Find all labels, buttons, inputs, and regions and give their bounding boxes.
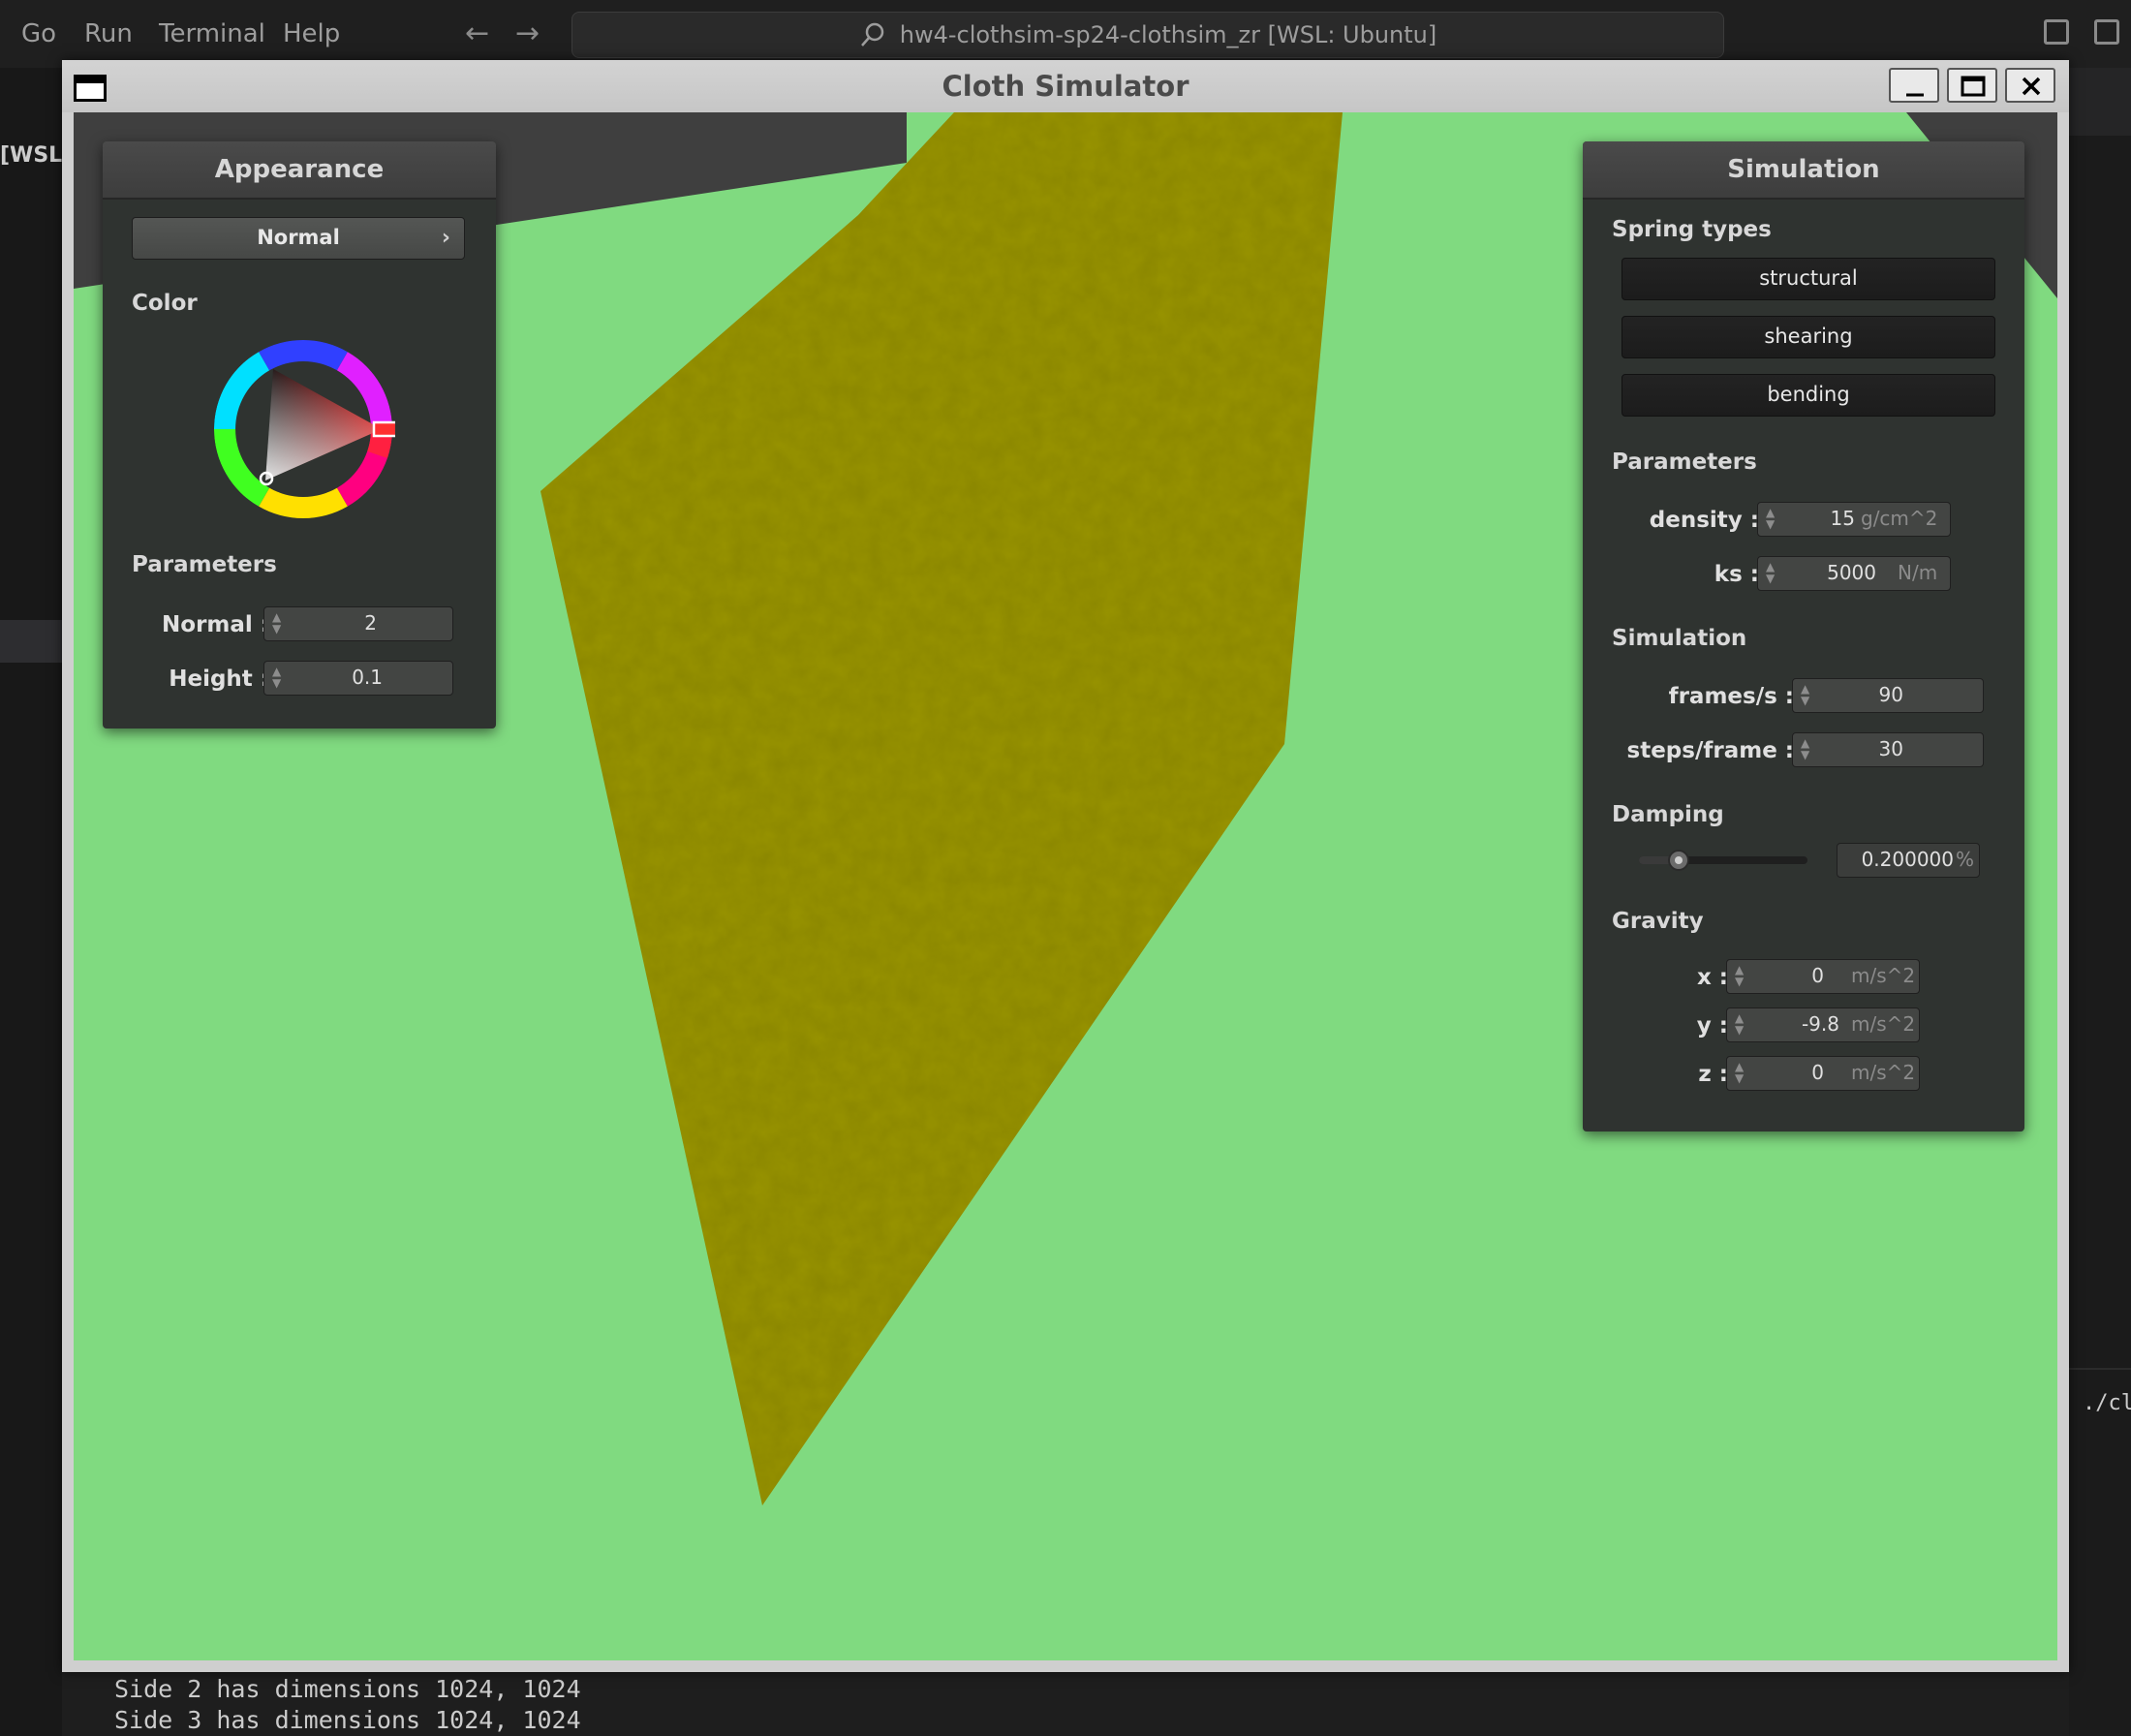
sim-parameters-label: Parameters [1612, 450, 1757, 475]
simulation-section-label: Simulation [1612, 626, 1747, 651]
steps-label: steps/frame : [1626, 738, 1794, 763]
hue-handle[interactable] [372, 420, 395, 438]
normal-value: 2 [364, 611, 377, 635]
command-center-search[interactable]: hw4-clothsim-sp24-clothsim_zr [WSL: Ubun… [571, 12, 1724, 58]
height-value: 0.1 [352, 666, 383, 689]
bending-toggle[interactable]: bending [1621, 374, 1995, 417]
gravity-x-unit: m/s^2 [1851, 964, 1916, 987]
damping-input[interactable]: 0.200000 % [1837, 843, 1980, 878]
gravity-x-input[interactable]: ▲ ▼ 0 m/s^2 [1726, 959, 1920, 994]
window-titlebar[interactable]: Cloth Simulator [62, 60, 2069, 112]
menu-run[interactable]: Run [84, 0, 133, 68]
damping-slider[interactable] [1639, 850, 1807, 871]
search-text: hw4-clothsim-sp24-clothsim_zr [WSL: Ubun… [899, 21, 1437, 48]
back-arrow-icon[interactable]: ← [465, 16, 489, 52]
close-icon [2022, 77, 2041, 96]
editor-tab-area [2069, 68, 2131, 136]
gravity-z-value: 0 [1811, 1061, 1824, 1084]
minimize-icon [1906, 93, 1924, 97]
gravity-y-unit: m/s^2 [1851, 1012, 1916, 1036]
density-input[interactable]: ▲ ▼ 15 g/cm^2 [1757, 502, 1951, 537]
gravity-x-label: x : [1696, 965, 1728, 990]
gravity-x-value: 0 [1811, 964, 1824, 987]
structural-toggle[interactable]: structural [1621, 258, 1995, 300]
height-input[interactable]: ▲ ▼ 0.1 [263, 661, 453, 696]
ks-input[interactable]: ▲ ▼ 5000 N/m [1757, 556, 1951, 591]
density-label: density : [1649, 508, 1759, 533]
color-section-label: Color [132, 291, 198, 316]
forward-arrow-icon[interactable]: → [515, 16, 540, 52]
gravity-y-label: y : [1696, 1013, 1728, 1038]
steps-value: 30 [1878, 737, 1903, 760]
gravity-y-value: -9.8 [1801, 1012, 1839, 1036]
gravity-z-label: z : [1698, 1062, 1728, 1087]
panel-separator [2069, 1368, 2131, 1370]
normal-label: Normal : [162, 612, 269, 637]
close-button[interactable] [2005, 68, 2055, 103]
maximize-icon [1961, 76, 1986, 97]
maximize-button[interactable] [1947, 68, 1997, 103]
explorer-selected-row[interactable] [0, 620, 62, 663]
terminal-output: Side 2 has dimensions 1024, 1024 Side 3 h… [114, 1674, 581, 1736]
appearance-panel: Appearance Normal › Color Parameters Nor… [103, 141, 496, 728]
simulation-panel-title[interactable]: Simulation [1583, 141, 2024, 200]
density-value: 15 [1830, 507, 1855, 530]
menu-go[interactable]: Go [21, 0, 56, 68]
ks-unit: N/m [1898, 561, 1938, 584]
damping-label: Damping [1612, 802, 1724, 827]
fps-value: 90 [1878, 683, 1903, 706]
appearance-panel-title[interactable]: Appearance [103, 141, 496, 200]
shader-selected-label: Normal [257, 226, 340, 249]
explorer-strip [0, 68, 62, 1736]
normal-input[interactable]: ▲ ▼ 2 [263, 606, 453, 641]
height-label: Height : [169, 666, 269, 692]
damping-knob-dot [1675, 856, 1683, 864]
fps-label: frames/s : [1668, 684, 1794, 709]
menu-help[interactable]: Help [283, 0, 340, 68]
ks-value: 5000 [1827, 561, 1876, 584]
damping-value: 0.200000 [1861, 848, 1954, 871]
gravity-z-input[interactable]: ▲ ▼ 0 m/s^2 [1726, 1056, 1920, 1091]
terminal-line: Side 3 has dimensions 1024, 1024 [114, 1706, 581, 1734]
search-icon [860, 22, 883, 46]
ks-label: ks : [1714, 562, 1759, 587]
color-wheel[interactable] [211, 337, 395, 521]
chevron-right-icon: › [441, 226, 450, 250]
toggle-sidebar-icon[interactable] [2044, 19, 2069, 45]
damping-slider-knob[interactable] [1668, 850, 1690, 871]
spring-types-label: Spring types [1612, 217, 1772, 242]
editor-right-strip [2069, 68, 2131, 1736]
simulation-panel: Simulation Spring types structural shear… [1583, 141, 2024, 1132]
shearing-toggle[interactable]: shearing [1621, 316, 1995, 358]
steps-input[interactable]: ▲ ▼ 30 [1792, 732, 1984, 767]
appearance-parameters-label: Parameters [132, 552, 277, 577]
shader-select[interactable]: Normal › [132, 217, 465, 260]
terminal-tab-label[interactable]: ./clot [2083, 1391, 2131, 1415]
damping-unit: % [1956, 848, 1975, 871]
gravity-y-input[interactable]: ▲ ▼ -9.8 m/s^2 [1726, 1008, 1920, 1042]
density-unit: g/cm^2 [1861, 507, 1938, 530]
gravity-z-unit: m/s^2 [1851, 1061, 1916, 1084]
menu-terminal[interactable]: Terminal [159, 0, 265, 68]
terminal-line: Side 2 has dimensions 1024, 1024 [114, 1675, 581, 1703]
toggle-panel-icon[interactable] [2094, 19, 2119, 45]
cloth-texture [540, 112, 1343, 1505]
window-title: Cloth Simulator [942, 70, 1189, 103]
gravity-label: Gravity [1612, 909, 1704, 934]
fps-input[interactable]: ▲ ▼ 90 [1792, 678, 1984, 713]
minimize-button[interactable] [1889, 68, 1939, 103]
